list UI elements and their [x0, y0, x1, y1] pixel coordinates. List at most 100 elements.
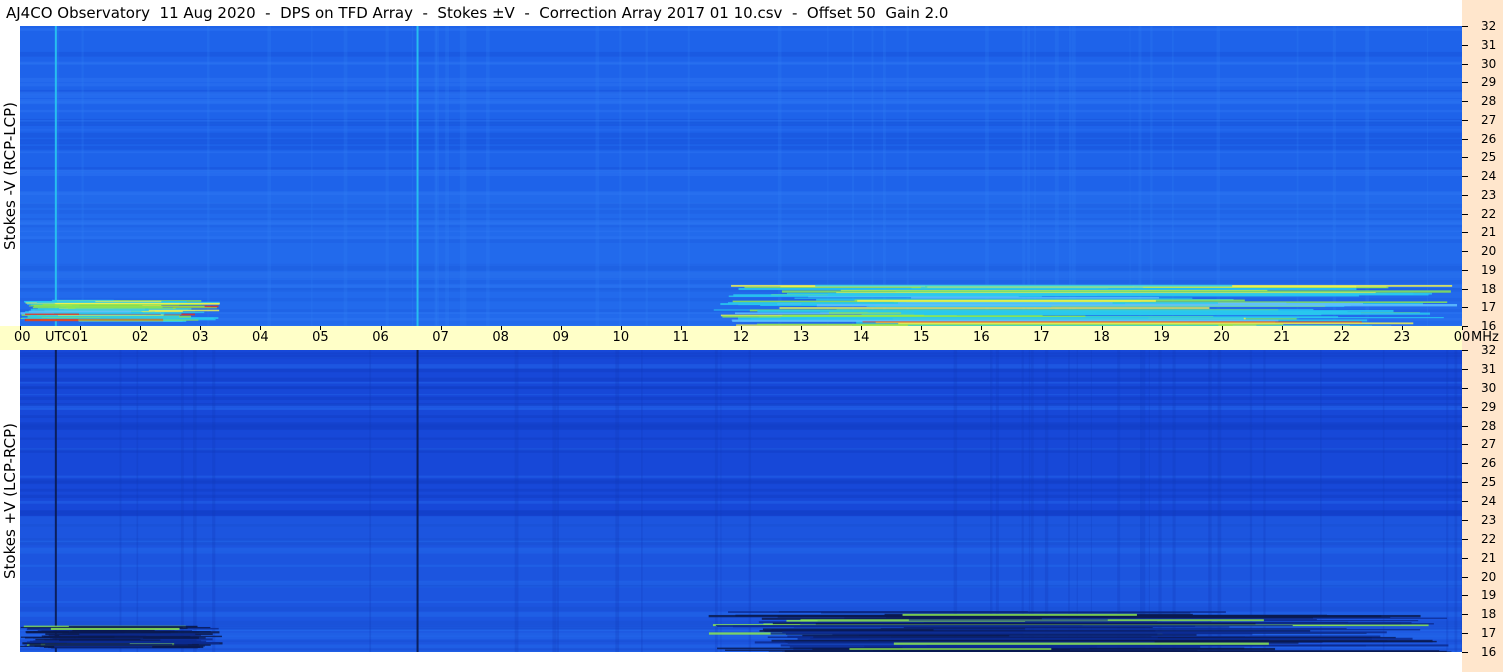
burst-streak [908, 619, 1108, 621]
frequency-tick-label: 31 [1481, 37, 1497, 52]
time-stripe [1068, 350, 1070, 652]
time-tick-mark [20, 326, 21, 330]
time-tick-mark [1041, 326, 1043, 330]
time-tick-label: 19 [1153, 330, 1170, 345]
burst-streak [29, 644, 211, 646]
time-stripe [1172, 350, 1176, 652]
time-stripe [882, 26, 886, 326]
time-tick-label: 01 [71, 330, 89, 345]
frequency-tick-mark [1462, 307, 1468, 309]
frequency-band-stripe [20, 109, 1462, 113]
burst-streak [857, 299, 1156, 302]
burst-streak [51, 299, 114, 301]
time-stripe [852, 26, 855, 326]
time-stripe [119, 350, 122, 652]
frequency-tick-mark [1462, 387, 1468, 389]
burst-streak [864, 645, 1097, 648]
time-tick-label: 21 [1273, 330, 1291, 345]
frequency-tick-label: 22 [1481, 531, 1497, 546]
time-stripe [1446, 350, 1449, 652]
time-stripe [1209, 350, 1212, 652]
time-stripe [459, 26, 464, 326]
frequency-tick-label: 32 [1481, 343, 1497, 357]
frequency-tick-label: 17 [1481, 626, 1497, 641]
frequency-band-stripe [20, 140, 1462, 144]
time-stripe [995, 350, 999, 652]
time-tick-mark [380, 326, 382, 330]
time-tick-mark [680, 326, 682, 330]
frequency-tick-label: 25 [1481, 150, 1497, 165]
frequency-tick-mark [1462, 519, 1468, 521]
frequency-tick-label: 16 [1481, 319, 1497, 333]
time-stripe [906, 26, 909, 326]
frequency-tick-label: 27 [1481, 112, 1497, 127]
interference-line [54, 26, 57, 326]
time-stripe [595, 26, 600, 326]
frequency-tick-mark [1462, 406, 1468, 408]
time-stripe [445, 26, 450, 326]
burst-streak [23, 643, 130, 645]
time-stripe [1158, 350, 1162, 652]
bottom-y-axis-label: Stokes +V (LCP-RCP) [0, 350, 20, 652]
frequency-tick-label: 29 [1481, 399, 1497, 414]
frequency-band-stripe [20, 77, 1462, 83]
time-tick-mark [921, 326, 923, 330]
top-y-axis-label: Stokes -V (RCP-LCP) [0, 26, 20, 326]
time-stripe [748, 350, 752, 652]
bottom-y-axis-label-text: Stokes +V (LCP-RCP) [1, 423, 19, 579]
burst-streak [815, 284, 1233, 287]
frequency-tick-label: 28 [1481, 94, 1497, 108]
time-stripe [619, 26, 622, 326]
time-stripe [212, 350, 216, 652]
time-stripe [1332, 26, 1336, 326]
frequency-tick-mark [1462, 576, 1468, 578]
burst-streak [738, 287, 1357, 291]
time-stripe [990, 350, 993, 652]
burst-streak [867, 310, 1348, 313]
burst-streak [893, 642, 1269, 645]
chart-title: AJ4CO Observatory 11 Aug 2020 - DPS on T… [6, 4, 949, 22]
time-stripe [1148, 350, 1150, 652]
frequency-tick-label: 16 [1481, 645, 1497, 659]
burst-streak [28, 310, 131, 313]
frequency-tick-label: 31 [1481, 361, 1497, 376]
time-stripe [615, 350, 620, 652]
time-tick-mark [200, 326, 202, 330]
time-stripe [1320, 350, 1322, 652]
burst-streak [911, 297, 1159, 299]
time-tick-label: 22 [1333, 330, 1351, 345]
burst-streak [898, 302, 1113, 304]
time-tick-label: 09 [552, 330, 570, 345]
frequency-tick-label: 28 [1481, 418, 1497, 433]
frequency-tick-label: 30 [1481, 56, 1497, 71]
frequency-tick-mark [1462, 101, 1468, 102]
frequency-tick-mark [1462, 63, 1468, 65]
time-stripe [81, 26, 84, 326]
frequency-tick-mark [1462, 614, 1468, 616]
frequency-band-stripe [20, 91, 1462, 95]
frequency-tick-label: 26 [1481, 456, 1497, 471]
burst-streak [779, 307, 1210, 309]
burst-streak [78, 635, 222, 638]
burst-streak [27, 315, 180, 318]
frequency-tick-mark [1462, 595, 1468, 597]
frequency-tick-label: 22 [1481, 206, 1497, 221]
frequency-band-stripe [20, 437, 1462, 440]
frequency-band-stripe [20, 403, 1462, 406]
burst-streak [20, 626, 183, 629]
time-stripe [1068, 26, 1072, 326]
frequency-tick-mark [1462, 652, 1468, 653]
time-stripe [714, 350, 718, 652]
frequency-tick-label: 21 [1481, 225, 1497, 240]
burst-streak [913, 312, 1431, 315]
time-stripe [641, 350, 643, 652]
utc-label: UTC [45, 330, 71, 345]
frequency-band-stripe [20, 480, 1462, 485]
burst-streak [933, 629, 1421, 631]
interference-line [416, 350, 419, 652]
time-stripe [267, 26, 272, 326]
time-tick-mark [1161, 326, 1163, 330]
frequency-tick-label: 23 [1481, 187, 1497, 202]
frequency-band-stripe [20, 377, 1462, 382]
time-tick-mark [1401, 326, 1403, 330]
